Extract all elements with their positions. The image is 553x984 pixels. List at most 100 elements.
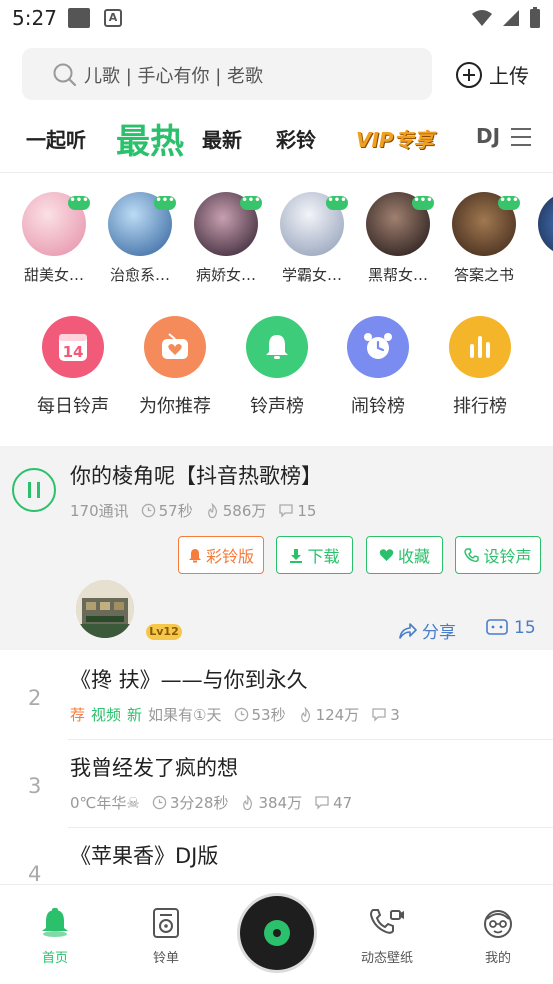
status-bar: 5:27 A (0, 0, 553, 36)
download-button[interactable]: 下载 (276, 536, 353, 574)
bell-home-icon (42, 908, 68, 937)
plus-circle-icon (456, 61, 482, 88)
category-recommend[interactable]: 为你推荐 (125, 316, 225, 418)
nav-home[interactable]: 首页 (15, 907, 95, 966)
more-badge-icon: ••• (68, 196, 90, 210)
more-badge-icon: ••• (240, 196, 262, 210)
song-title: 我曾经发了疯的想 (70, 756, 238, 780)
alarm-clock-icon (347, 316, 409, 378)
tag-new: 新 (127, 706, 143, 724)
song-author: 170通讯 (70, 502, 129, 520)
avatar-item-partial[interactable] (530, 192, 553, 256)
avatar-item[interactable]: ••• 学霸女… (272, 192, 352, 285)
button-label: 收藏 (397, 547, 430, 566)
avatar-label: 学霸女… (281, 266, 342, 284)
nav-playlist[interactable]: 铃单 (126, 907, 206, 966)
set-ringtone-button[interactable]: 设铃声 (455, 536, 541, 574)
nav-label: 首页 (41, 951, 68, 966)
divider (0, 172, 553, 173)
tab-listen-together[interactable]: 一起听 (26, 124, 86, 153)
upload-label: 上传 (489, 64, 529, 88)
comments-text: 15 (297, 501, 317, 520)
menu-icon[interactable] (510, 126, 532, 148)
song-rank: 2 (28, 686, 42, 710)
button-label: 彩铃版 (205, 547, 254, 566)
bell-icon (246, 316, 308, 378)
song-row[interactable]: 2 《搀 扶》——与你到永久 荐 视频 新 如果有①天 53秒 124万 3 (0, 652, 553, 740)
more-badge-icon: ••• (498, 196, 520, 210)
more-badge-icon: ••• (326, 196, 348, 210)
avatar-item[interactable]: ••• 病娇女… (186, 192, 266, 285)
ringback-version-button[interactable]: 彩铃版 (178, 536, 264, 574)
avatar-item[interactable]: ••• 甜美女… (14, 192, 94, 285)
playlist-speaker-icon (153, 908, 179, 938)
avatar-item[interactable]: ••• 答案之书 (444, 192, 524, 285)
now-playing-disc[interactable] (240, 896, 314, 970)
pause-button[interactable] (12, 468, 56, 512)
song-rank: 3 (28, 774, 42, 798)
comment-count: 15 (514, 618, 536, 638)
song-title: 你的棱角呢【抖音热歌榜】 (70, 464, 322, 488)
comment-button[interactable]: 15 (486, 618, 536, 638)
category-ringtone-chart[interactable]: 铃声榜 (227, 316, 327, 418)
share-label: 分享 (422, 623, 456, 643)
heart-radio-icon (144, 316, 206, 378)
category-ranking[interactable]: 排行榜 (430, 316, 530, 418)
clock-icon (141, 503, 155, 518)
avatar-label: 黑帮女… (367, 266, 428, 284)
avatar: ••• (452, 192, 520, 256)
phone-icon (464, 547, 480, 562)
category-alarm-chart[interactable]: 闹铃榜 (328, 316, 428, 418)
avatar: ••• (280, 192, 348, 256)
tab-new[interactable]: 最新 (202, 124, 242, 153)
nav-profile[interactable]: 我的 (458, 907, 538, 966)
avatar: ••• (22, 192, 90, 256)
wifi-icon (472, 10, 492, 26)
category-daily-ringtone[interactable]: 14 每日铃声 (23, 316, 123, 418)
favorite-button[interactable]: 收藏 (366, 536, 443, 574)
comments: 3 (371, 706, 400, 724)
button-label: 设铃声 (483, 547, 532, 566)
plays-text: 384万 (258, 794, 303, 812)
song-row[interactable]: 3 我曾经发了疯的想 0℃年华☠ 3分28秒 384万 47 (0, 740, 553, 828)
tab-ringback[interactable]: 彩铃 (276, 124, 316, 153)
tab-vip[interactable]: VIP专享 (356, 124, 434, 153)
comment-icon (372, 708, 386, 722)
tag-recommended: 荐 (70, 706, 86, 724)
phone-video-icon (369, 909, 404, 934)
plays: 124万 (298, 704, 359, 725)
tab-dj[interactable]: DJ (476, 124, 500, 148)
nav-label: 动态壁纸 (360, 951, 413, 966)
upload-button[interactable]: 上传 (455, 60, 529, 89)
duration-text: 3分28秒 (169, 794, 229, 812)
battery-icon (530, 7, 540, 28)
comments-text: 47 (333, 793, 353, 812)
avatar-item[interactable]: ••• 黑帮女… (358, 192, 438, 285)
tab-hot[interactable]: 最热 (116, 114, 184, 163)
uploader-avatar[interactable] (76, 580, 134, 638)
flame-icon (207, 502, 217, 518)
a-notification-icon: A (104, 9, 122, 27)
quick-categories: 14 每日铃声 为你推荐 铃声榜 闹铃榜 排行榜 (0, 316, 553, 426)
nav-label: 我的 (484, 951, 511, 966)
profile-face-icon (484, 910, 512, 938)
duration: 57秒 (141, 500, 193, 521)
more-badge-icon: ••• (412, 196, 434, 210)
duration: 3分28秒 (152, 792, 229, 813)
avatar-item[interactable]: ••• 治愈系… (100, 192, 180, 285)
duration: 53秒 (234, 704, 286, 725)
search-bar[interactable]: 儿歌 | 手心有你 | 老歌 (22, 48, 432, 100)
avatar-label: 答案之书 (453, 266, 514, 284)
nav-live-wallpaper[interactable]: 动态壁纸 (347, 907, 427, 966)
plays-text: 586万 (222, 502, 267, 520)
notification-icon (68, 8, 90, 28)
pause-icon (37, 482, 40, 498)
category-label: 为你推荐 (139, 396, 211, 417)
avatar (538, 192, 553, 256)
download-icon (290, 548, 303, 563)
share-button[interactable]: 分享 (398, 618, 456, 643)
flame-icon (300, 706, 310, 722)
flame-icon (243, 794, 253, 810)
now-playing-item[interactable]: 你的棱角呢【抖音热歌榜】 170通讯 57秒 586万 15 彩铃版 下载 收藏… (0, 446, 553, 650)
avatar: ••• (108, 192, 176, 256)
